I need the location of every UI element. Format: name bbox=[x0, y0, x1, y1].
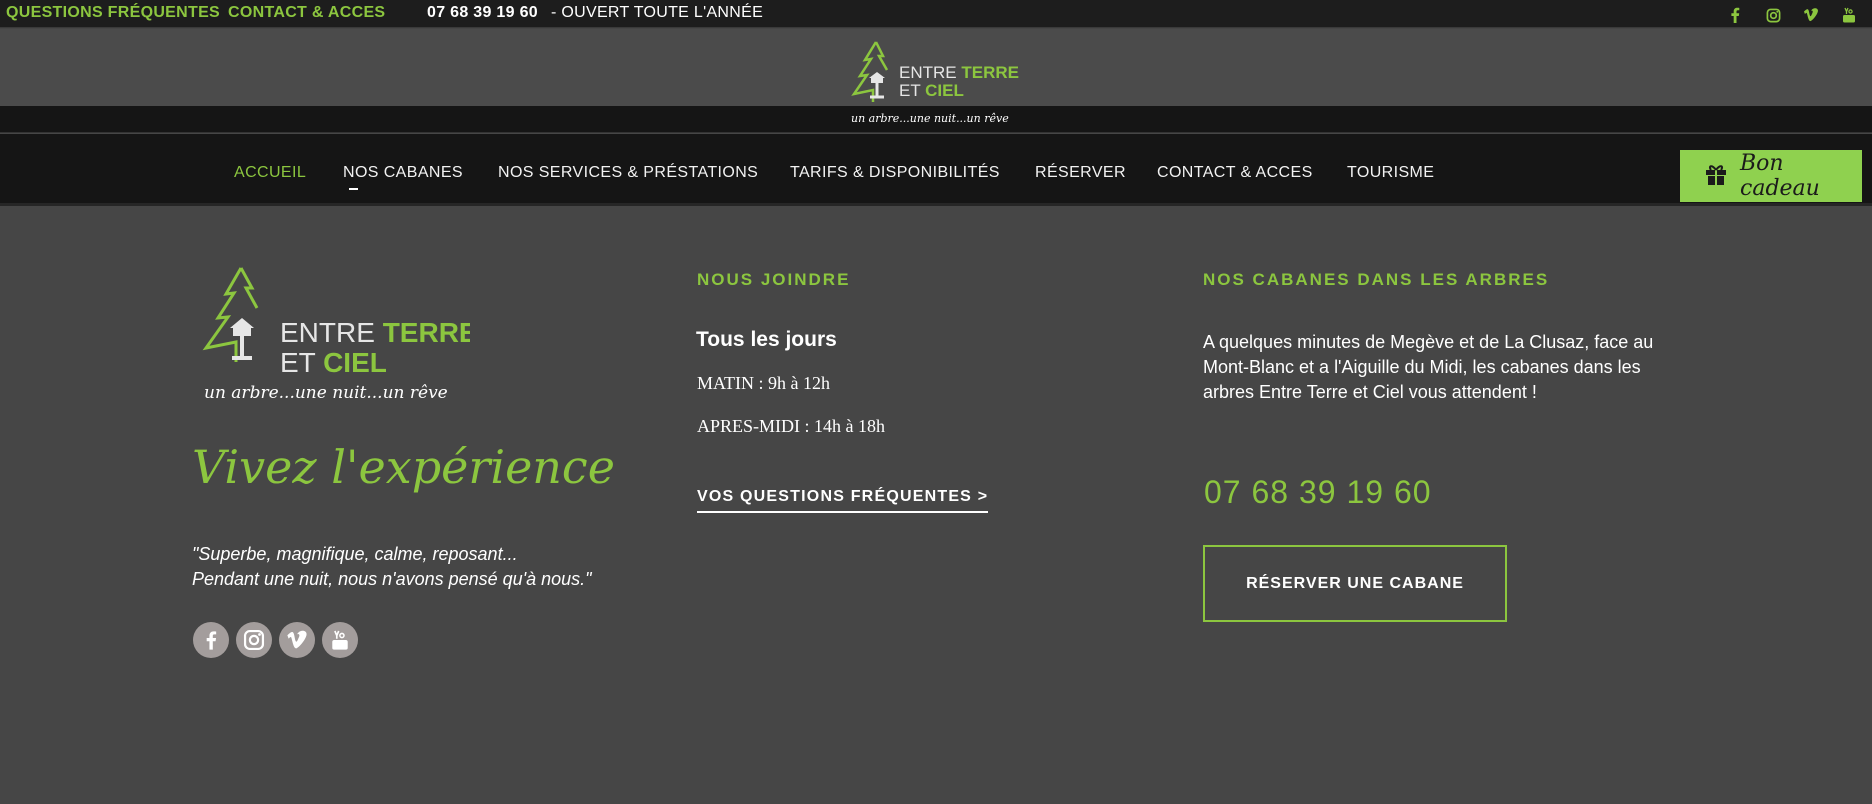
footer-social-links bbox=[193, 622, 358, 658]
vimeo-icon[interactable] bbox=[1802, 6, 1820, 24]
contact-section-title: NOUS JOINDRE bbox=[697, 270, 851, 289]
header-logo[interactable]: ENTRE TERRE ET CIEL un arbre...une nuit.… bbox=[843, 40, 1023, 128]
facebook-icon[interactable] bbox=[193, 622, 229, 658]
footer-headline: Vivez l'expérience bbox=[192, 440, 615, 494]
nav-dropdown-indicator bbox=[349, 188, 358, 190]
svg-text:un arbre...une nuit...un rêve: un arbre...une nuit...un rêve bbox=[851, 112, 1009, 125]
svg-text:ENTRE TERRE: ENTRE TERRE bbox=[280, 317, 470, 348]
nav-item-nos-cabanes[interactable]: NOS CABANES bbox=[343, 164, 463, 182]
gift-icon bbox=[1704, 162, 1728, 191]
nav-item-accueil[interactable]: ACCUEIL bbox=[234, 164, 306, 182]
cabins-section-title: NOS CABANES DANS LES ARBRES bbox=[1203, 270, 1550, 289]
tree-icon bbox=[851, 41, 889, 102]
tree-icon bbox=[202, 267, 259, 362]
facebook-icon[interactable] bbox=[1726, 6, 1744, 24]
youtube-icon[interactable] bbox=[1840, 6, 1858, 24]
gift-card-label: Bon cadeau bbox=[1740, 151, 1820, 201]
topbar-social-links bbox=[1726, 6, 1858, 24]
youtube-icon[interactable] bbox=[322, 622, 358, 658]
nav-item-reserver[interactable]: RÉSERVER bbox=[1035, 164, 1126, 182]
nav-item-tourisme[interactable]: TOURISME bbox=[1347, 164, 1434, 182]
topbar-faq-link[interactable]: QUESTIONS FRÉQUENTES bbox=[6, 4, 220, 22]
reserve-cabin-button[interactable]: RÉSERVER UNE CABANE bbox=[1203, 545, 1507, 622]
instagram-icon[interactable] bbox=[236, 622, 272, 658]
footer-logo[interactable]: ENTRE TERRE ET CIEL un arbre...une nuit.… bbox=[190, 266, 478, 404]
main-navigation: ACCUEIL NOS CABANES NOS SERVICES & PRÉST… bbox=[0, 134, 1872, 206]
opening-days: Tous les jours bbox=[696, 328, 837, 351]
quote-line-1: "Superbe, magnifique, calme, reposant... bbox=[192, 544, 518, 564]
nav-item-contact[interactable]: CONTACT & ACCES bbox=[1157, 164, 1313, 182]
topbar-phone[interactable]: 07 68 39 19 60 bbox=[427, 4, 538, 22]
cabins-description: A quelques minutes de Megève et de La Cl… bbox=[1203, 332, 1654, 402]
topbar-contact-link[interactable]: CONTACT & ACCES bbox=[228, 4, 385, 22]
instagram-icon[interactable] bbox=[1764, 6, 1782, 24]
morning-hours: MATIN : 9h à 12h bbox=[697, 373, 830, 393]
svg-text:ET CIEL: ET CIEL bbox=[899, 81, 964, 100]
vimeo-icon[interactable] bbox=[279, 622, 315, 658]
quote-line-2: Pendant une nuit, nous n'avons pensé qu'… bbox=[192, 569, 592, 589]
afternoon-hours: APRES-MIDI : 14h à 18h bbox=[697, 416, 885, 436]
faq-link[interactable]: VOS QUESTIONS FRÉQUENTES > bbox=[697, 488, 989, 513]
testimonial-quote: "Superbe, magnifique, calme, reposant...… bbox=[192, 542, 662, 592]
svg-text:ET CIEL: ET CIEL bbox=[280, 347, 387, 378]
nav-item-services[interactable]: NOS SERVICES & PRÉSTATIONS bbox=[498, 164, 758, 182]
svg-text:ENTRE TERRE: ENTRE TERRE bbox=[899, 63, 1019, 82]
footer-phone[interactable]: 07 68 39 19 60 bbox=[1204, 474, 1432, 511]
gift-card-button[interactable]: Bon cadeau bbox=[1680, 150, 1862, 202]
topbar-opening-text: - OUVERT TOUTE L'ANNÉE bbox=[551, 4, 764, 21]
top-bar: QUESTIONS FRÉQUENTES CONTACT & ACCES 07 … bbox=[0, 0, 1872, 28]
svg-text:un arbre...une nuit...un rêve: un arbre...une nuit...un rêve bbox=[204, 383, 448, 403]
nav-item-tarifs[interactable]: TARIFS & DISPONIBILITÉS bbox=[790, 164, 1000, 182]
